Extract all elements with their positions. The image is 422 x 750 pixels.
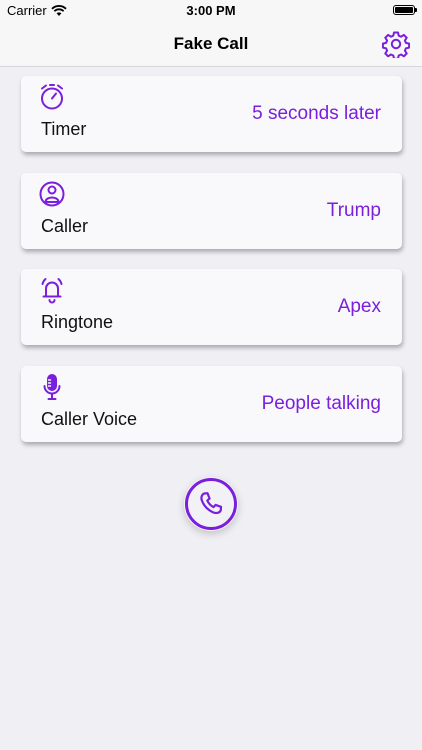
status-bar: Carrier 3:00 PM — [0, 0, 422, 22]
ringtone-label: Ringtone — [41, 312, 114, 332]
navigation-bar: Fake Call — [0, 22, 422, 67]
caller-row[interactable]: Caller Trump — [21, 173, 402, 249]
call-button[interactable] — [184, 477, 238, 531]
caller-voice-label: Caller Voice — [41, 409, 138, 429]
timer-value: 5 seconds later — [252, 103, 381, 124]
phone-icon — [185, 478, 237, 530]
caller-voice-row[interactable]: Caller Voice People talking — [21, 366, 402, 442]
timer-label: Timer — [41, 119, 87, 139]
stopwatch-icon — [41, 84, 63, 110]
status-time: 3:00 PM — [186, 3, 236, 18]
gear-icon[interactable] — [382, 30, 410, 58]
caller-voice-value: People talking — [261, 393, 381, 414]
page-title: Fake Call — [173, 34, 249, 53]
battery-fill — [395, 7, 413, 13]
person-icon — [39, 181, 65, 207]
ringtone-value: Apex — [337, 296, 381, 317]
microphone-icon — [43, 374, 61, 400]
caller-value: Trump — [326, 200, 381, 221]
timer-row[interactable]: Timer 5 seconds later — [21, 76, 402, 152]
ringtone-row[interactable]: Ringtone Apex — [21, 269, 402, 345]
caller-label: Caller — [41, 216, 89, 236]
bell-ringing-icon — [41, 278, 63, 304]
battery-icon — [393, 5, 417, 15]
